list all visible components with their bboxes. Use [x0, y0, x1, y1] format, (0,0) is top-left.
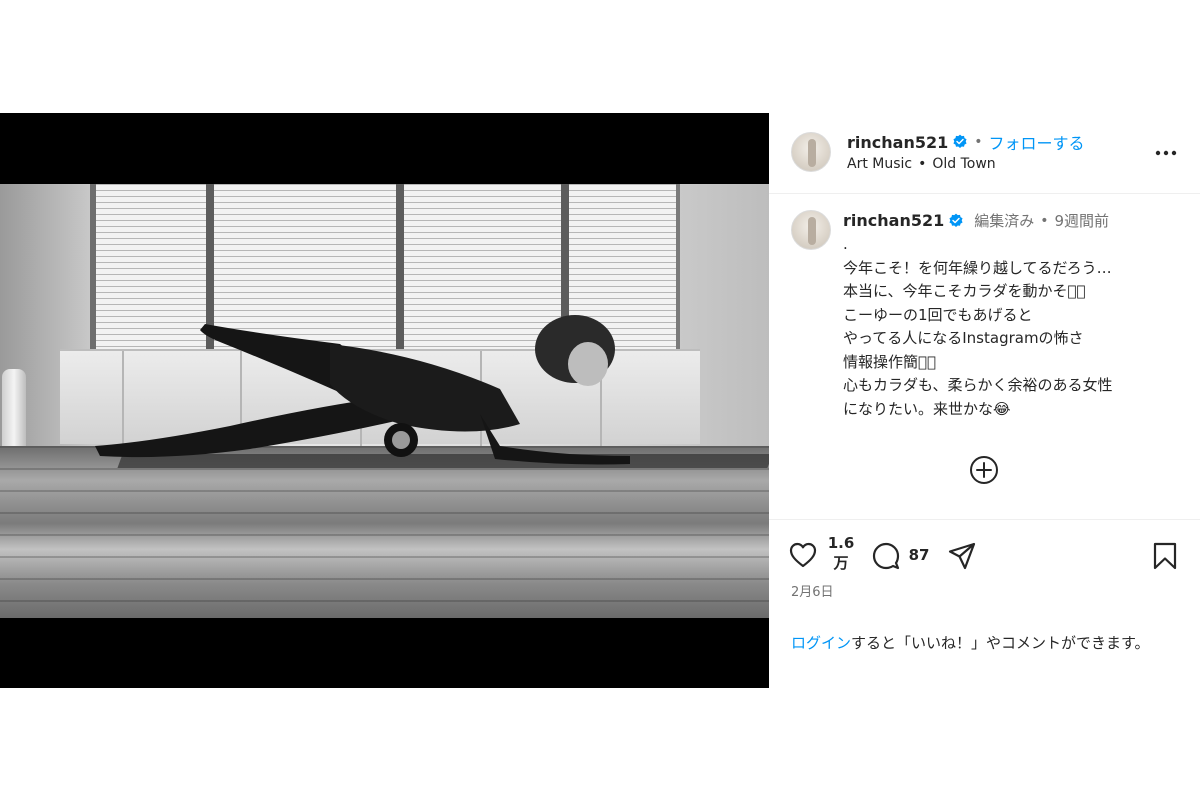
post-header: rinchan521 • フォローする Art Music • Old Town	[769, 113, 1200, 194]
person-silhouette	[95, 315, 630, 465]
post-location: Art Music • Old Town	[847, 156, 996, 172]
post-media[interactable]	[0, 113, 769, 688]
edited-label: 編集済み	[974, 212, 1035, 230]
bookmark-icon	[1153, 542, 1177, 570]
caption-text: . 今年こそ！を何年繰り越してるだろう… 本当に、今年こそカラダを動かそう🏻 こ…	[843, 233, 1183, 421]
caption-line: になりたい。来世かな😂	[843, 399, 1011, 418]
video-frame[interactable]	[0, 184, 769, 618]
separator-dot: •	[1040, 212, 1049, 229]
login-prompt: ログインすると「いいね！」やコメントができます。	[791, 631, 1181, 655]
verified-badge-icon	[949, 213, 963, 227]
login-link[interactable]: ログイン	[791, 634, 851, 652]
like-count[interactable]: 1.6 万	[826, 533, 856, 573]
separator-dot: •	[918, 156, 927, 172]
login-prompt-text: すると「いいね！」やコメントができます。	[851, 634, 1150, 652]
caption-line: 本当に、今年こそカラダを動かそう🏻	[843, 282, 1086, 300]
username-link[interactable]: rinchan521	[847, 133, 948, 152]
caption-line: 心もカラダも、柔らかく余裕のある女性	[843, 376, 1113, 394]
verified-badge-icon	[953, 134, 967, 148]
like-button[interactable]	[789, 541, 817, 569]
heart-icon	[789, 542, 817, 568]
caption-line: .	[843, 235, 848, 253]
plus-circle-icon	[970, 456, 998, 484]
more-horizontal-icon	[1155, 150, 1177, 156]
comment-button[interactable]	[871, 541, 901, 571]
caption-section: rinchan521 編集済み • 9週間前 . 今年こそ！を何年繰り越してるだ…	[769, 195, 1200, 520]
save-button[interactable]	[1151, 541, 1179, 571]
more-options-button[interactable]	[1154, 141, 1178, 165]
load-more-comments-button[interactable]	[968, 454, 1000, 486]
caption-line: こーゆーの1回でもあげると	[843, 305, 1033, 324]
caption-username-link[interactable]: rinchan521	[843, 211, 944, 230]
caption-line: やってる人になるInstagramの怖さ	[843, 329, 1084, 347]
caption-line: 情報操作簡単🏻	[843, 352, 937, 371]
send-icon	[948, 542, 976, 570]
location-link[interactable]: Old Town	[932, 156, 995, 172]
separator-dot: •	[974, 134, 983, 150]
share-button[interactable]	[947, 541, 977, 571]
follow-button[interactable]: フォローする	[989, 130, 1085, 154]
action-bar: 1.6 万 87 2月6日	[769, 521, 1200, 616]
audio-link[interactable]: Art Music	[847, 156, 912, 172]
avatar[interactable]	[791, 210, 831, 250]
caption-line: 今年こそ！を何年繰り越してるだろう…	[843, 258, 1112, 277]
comment-icon	[872, 542, 900, 570]
comment-count: 87	[908, 546, 930, 564]
post-time-ago[interactable]: 9週間前	[1055, 210, 1110, 231]
avatar[interactable]	[791, 132, 831, 172]
post-date[interactable]: 2月6日	[791, 581, 834, 600]
